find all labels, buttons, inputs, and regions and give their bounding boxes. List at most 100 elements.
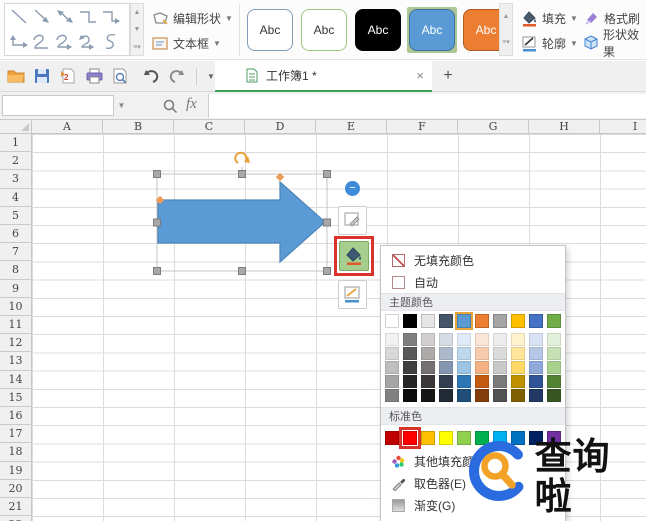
menu-item-no-fill[interactable]: 无填充颜色: [381, 249, 565, 271]
menu-item-automatic[interactable]: 自动: [381, 271, 565, 293]
search-icon[interactable]: [160, 96, 180, 116]
variant-color-swatch[interactable]: [385, 361, 400, 374]
theme-color-swatch[interactable]: [420, 314, 436, 328]
double-arrow-line-icon[interactable]: [53, 5, 76, 29]
row-header-7[interactable]: 7: [0, 243, 32, 262]
standard-color-swatch[interactable]: [438, 431, 454, 445]
column-header-A[interactable]: A: [32, 120, 103, 134]
collapse-toolbar-button[interactable]: −: [345, 181, 360, 196]
row-header-5[interactable]: 5: [0, 206, 32, 225]
row-header-2[interactable]: 2: [0, 152, 32, 171]
variant-color-swatch[interactable]: [492, 333, 508, 346]
column-header-C[interactable]: C: [174, 120, 245, 134]
elbow-double-arrow-connector-icon[interactable]: [7, 30, 30, 54]
shape-fill-button[interactable]: 填充 ▼: [521, 6, 578, 30]
style-more-icon[interactable]: ≡▾: [500, 30, 512, 56]
variant-color-swatch[interactable]: [385, 333, 400, 346]
rotate-handle-icon[interactable]: [234, 151, 250, 164]
variant-color-swatch[interactable]: [402, 389, 418, 402]
arrow-line-icon[interactable]: [30, 5, 53, 29]
variant-color-swatch[interactable]: [546, 347, 561, 360]
column-header-E[interactable]: E: [316, 120, 387, 134]
variant-color-swatch[interactable]: [528, 361, 543, 374]
variant-color-swatch[interactable]: [474, 375, 490, 388]
row-header-17[interactable]: 17: [0, 425, 32, 444]
new-tab-button[interactable]: +: [438, 65, 458, 87]
theme-color-swatch[interactable]: [402, 314, 418, 328]
variant-color-swatch[interactable]: [546, 333, 561, 346]
formula-input[interactable]: [208, 94, 646, 118]
variant-color-swatch[interactable]: [492, 375, 508, 388]
row-header-11[interactable]: 11: [0, 316, 32, 335]
variant-color-swatch[interactable]: [510, 361, 526, 374]
undo-icon[interactable]: [141, 66, 161, 86]
gallery-scroll-down-icon[interactable]: ▼: [131, 21, 143, 38]
select-all-corner[interactable]: [0, 120, 32, 134]
variant-color-swatch[interactable]: [402, 347, 418, 360]
row-header-1[interactable]: 1: [0, 134, 32, 153]
variant-color-swatch[interactable]: [546, 375, 561, 388]
variant-color-swatch[interactable]: [420, 347, 436, 360]
variant-color-swatch[interactable]: [510, 347, 526, 360]
row-header-20[interactable]: 20: [0, 479, 32, 498]
variant-color-swatch[interactable]: [385, 375, 400, 388]
variant-color-swatch[interactable]: [528, 389, 543, 402]
line-icon[interactable]: [7, 5, 30, 29]
theme-color-swatch[interactable]: [492, 314, 508, 328]
variant-color-swatch[interactable]: [474, 361, 490, 374]
style-preset-button[interactable]: Abc: [409, 9, 455, 51]
style-preset-1[interactable]: Abc: [245, 7, 295, 53]
variant-color-swatch[interactable]: [546, 389, 561, 402]
name-box-dropdown-icon[interactable]: ▼: [115, 95, 128, 116]
shape-outline-button[interactable]: 轮廓 ▼: [521, 31, 578, 55]
theme-color-swatch[interactable]: [438, 314, 454, 328]
variant-color-swatch[interactable]: [492, 389, 508, 402]
row-header-3[interactable]: 3: [0, 170, 32, 189]
variant-color-swatch[interactable]: [474, 347, 490, 360]
text-box-button[interactable]: 文本框 ▼: [152, 31, 221, 55]
variant-color-swatch[interactable]: [492, 347, 508, 360]
document-tab[interactable]: 工作簿1 * ×: [215, 61, 432, 92]
variant-color-swatch[interactable]: [420, 375, 436, 388]
variant-color-swatch[interactable]: [528, 347, 543, 360]
freeform-curve-icon[interactable]: [99, 30, 122, 54]
column-header-G[interactable]: G: [458, 120, 529, 134]
column-header-H[interactable]: H: [529, 120, 600, 134]
row-header-15[interactable]: 15: [0, 388, 32, 407]
selected-arrow-shape[interactable]: [140, 150, 340, 285]
variant-color-swatch[interactable]: [546, 361, 561, 374]
variant-color-swatch[interactable]: [474, 389, 490, 402]
shape-style-float-button[interactable]: [338, 206, 367, 235]
variant-color-swatch[interactable]: [456, 361, 472, 374]
row-header-14[interactable]: 14: [0, 370, 32, 389]
style-preset-2[interactable]: Abc: [299, 7, 349, 53]
style-preset-3[interactable]: Abc: [353, 7, 403, 53]
row-header-19[interactable]: 19: [0, 461, 32, 480]
theme-color-swatch[interactable]: [385, 314, 400, 328]
name-box-input[interactable]: [2, 95, 114, 116]
save-icon[interactable]: [32, 66, 52, 86]
theme-color-swatch[interactable]: [546, 314, 561, 328]
variant-color-swatch[interactable]: [438, 333, 454, 346]
variant-color-swatch[interactable]: [385, 347, 400, 360]
gallery-scroll-up-icon[interactable]: ▲: [131, 4, 143, 21]
theme-color-swatch[interactable]: [474, 314, 490, 328]
right-arrow-shape[interactable]: [157, 180, 326, 264]
variant-color-swatch[interactable]: [456, 389, 472, 402]
elbow-arrow-connector-icon[interactable]: [99, 5, 122, 29]
variant-color-swatch[interactable]: [510, 375, 526, 388]
variant-color-swatch[interactable]: [510, 333, 526, 346]
variant-color-swatch[interactable]: [456, 375, 472, 388]
shape-effects-button[interactable]: 形状效果: [583, 28, 646, 59]
curved-arrow-connector-icon[interactable]: [53, 30, 76, 54]
variant-color-swatch[interactable]: [385, 389, 400, 402]
variant-color-swatch[interactable]: [402, 375, 418, 388]
theme-color-swatch[interactable]: [528, 314, 543, 328]
row-header-22[interactable]: 22: [0, 516, 32, 521]
variant-color-swatch[interactable]: [510, 389, 526, 402]
variant-color-swatch[interactable]: [402, 333, 418, 346]
style-preset-button[interactable]: Abc: [355, 9, 401, 51]
redo-icon[interactable]: [167, 66, 187, 86]
column-header-D[interactable]: D: [245, 120, 316, 134]
standard-color-swatch[interactable]: [385, 431, 400, 445]
